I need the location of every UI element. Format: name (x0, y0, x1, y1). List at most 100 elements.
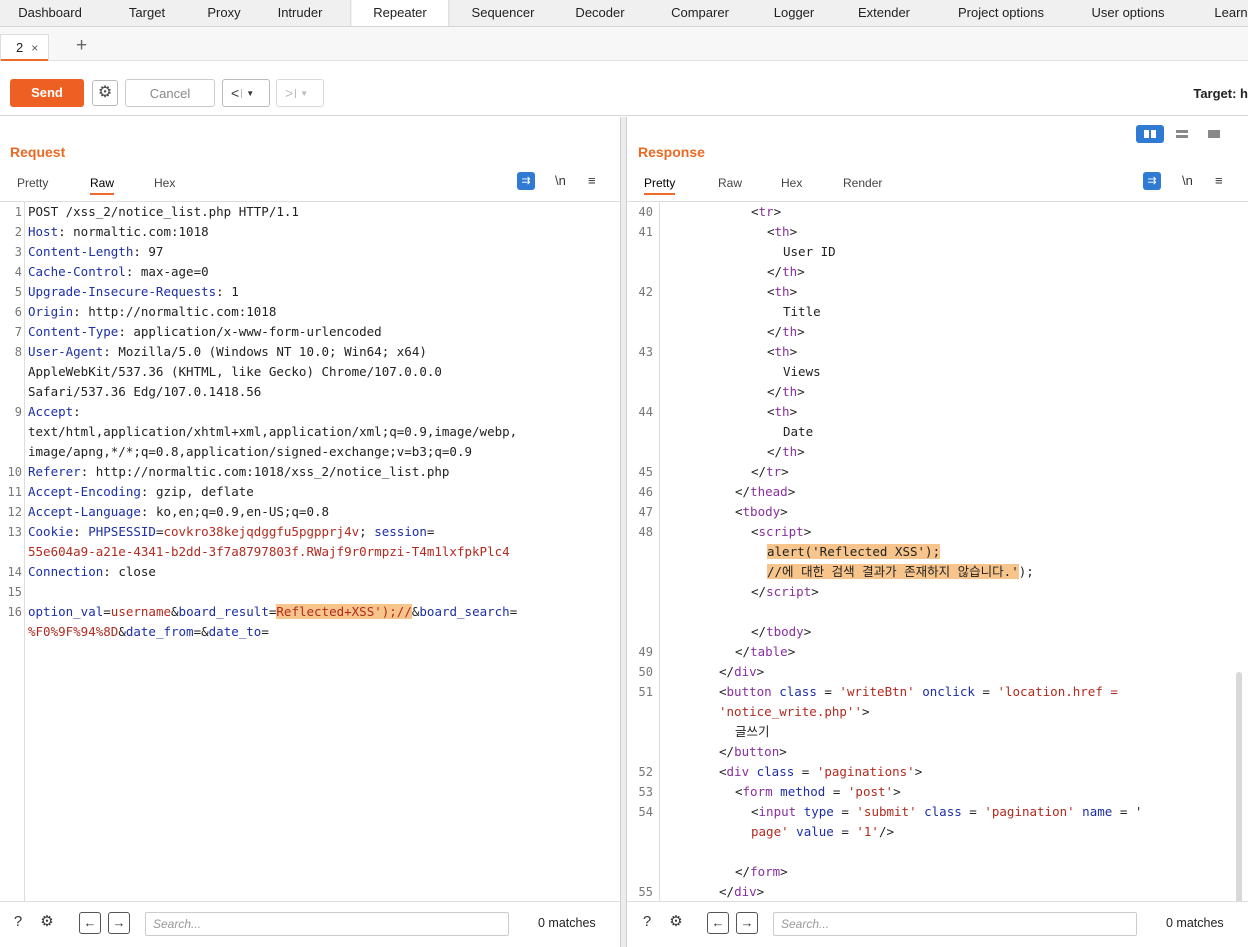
code-token: : application/x-www-form-urlencoded (118, 324, 382, 339)
side-by-side-layout-icon[interactable] (1136, 125, 1164, 143)
newline-toggle-icon[interactable]: \n (555, 172, 566, 190)
nav-tab-dashboard[interactable]: Dashboard (18, 0, 82, 26)
previous-match-icon[interactable]: ← (79, 912, 101, 934)
line-number: 52 (638, 765, 653, 779)
forward-button[interactable]: > ▼ (276, 79, 324, 107)
code-token: date_from (125, 624, 194, 639)
line-number: 12 (7, 505, 22, 519)
request-editor[interactable]: 1 POST /xss_2/notice_list.php HTTP/1.1 2 Ho… (0, 201, 620, 901)
tab-pretty[interactable]: Pretty (644, 173, 676, 195)
nav-tab-sequencer[interactable]: Sequencer (472, 0, 535, 26)
code-text: <form method = 'post'> (735, 782, 901, 802)
code-line: text/html,application/xhtml+xml,applicat… (0, 422, 620, 442)
tab-render[interactable]: Render (843, 173, 882, 195)
code-line: 13 Cookie: PHPSESSID = covkro38kejqdggfu5pg… (0, 522, 620, 542)
help-icon[interactable]: ? (636, 912, 658, 934)
tab-raw[interactable]: Raw (718, 173, 742, 195)
nav-tab-user-options[interactable]: User options (1092, 0, 1165, 26)
response-editor[interactable]: 40 <tr> 41 <th> User ID </th> 42 <th> Title </th>… (627, 201, 1248, 901)
code-line: 44 <th> (627, 402, 1248, 422)
nav-tab-comparer[interactable]: Comparer (671, 0, 729, 26)
nav-tab-intruder[interactable]: Intruder (278, 0, 323, 26)
settings-icon[interactable]: ⚙ (36, 912, 58, 934)
close-tab-icon[interactable]: × (31, 41, 38, 55)
code-token: </ (767, 324, 783, 339)
tab-hex[interactable]: Hex (781, 173, 802, 195)
code-token: date_to (208, 624, 262, 639)
code-token: </ (735, 644, 751, 659)
menu-icon[interactable]: ≡ (1215, 172, 1223, 190)
add-tab-icon[interactable]: + (76, 34, 87, 58)
code-line: 50 </div> (627, 662, 1248, 682)
nav-tab-target[interactable]: Target (129, 0, 165, 26)
repeater-tab-2[interactable]: 2 × (0, 34, 50, 61)
gear-icon[interactable]: ⚙ (92, 80, 118, 106)
code-text: <div class = 'paginations'> (719, 762, 922, 782)
target-label[interactable]: Target: h (1193, 86, 1248, 101)
code-token: = ' (1112, 804, 1143, 819)
code-token: = (103, 604, 111, 619)
code-token: = (426, 524, 435, 539)
code-token: Referer (28, 464, 81, 479)
wrap-lines-icon[interactable]: ⇉ (517, 172, 535, 190)
wrap-lines-icon[interactable]: ⇉ (1143, 172, 1161, 190)
nav-tab-proxy[interactable]: Proxy (207, 0, 240, 26)
code-token: > (756, 664, 765, 679)
next-match-icon[interactable]: → (108, 912, 130, 934)
tab-pretty[interactable]: Pretty (17, 173, 48, 195)
code-text: 55e604a9-a21e-4341-b2dd-3f7a8797803f.RWa… (28, 542, 510, 562)
tabs-layout-icon[interactable] (1200, 125, 1228, 143)
send-button[interactable]: Send (10, 79, 84, 107)
help-icon[interactable]: ? (7, 912, 29, 934)
code-token: th (774, 224, 790, 239)
next-match-icon[interactable]: → (736, 912, 758, 934)
tab-hex[interactable]: Hex (154, 173, 175, 195)
top-bottom-layout-icon[interactable] (1168, 125, 1196, 143)
code-line: 16 option_val=username&board_result=Refle… (0, 602, 620, 622)
code-token: </ (719, 884, 735, 899)
nav-tab-repeater[interactable]: Repeater (350, 0, 450, 26)
code-token: form (742, 784, 773, 799)
code-line: Title (627, 302, 1248, 322)
code-token: : normaltic.com:1018 (58, 224, 209, 239)
tab-raw[interactable]: Raw (90, 173, 115, 195)
code-text: %F0%9F%94%8D&date_from=&date_to= (28, 622, 269, 642)
line-number: 44 (638, 405, 653, 419)
code-token: > (789, 284, 798, 299)
nav-tab-learn[interactable]: Learn (1214, 0, 1247, 26)
code-token: = (261, 624, 269, 639)
code-text: Cache-Control: max-age=0 (28, 262, 209, 282)
code-text: page' value = '1'/> (751, 822, 894, 842)
code-token: < (719, 684, 727, 699)
chevron-down-icon[interactable]: ▼ (241, 89, 255, 99)
code-token: < (767, 224, 775, 239)
nav-tab-decoder[interactable]: Decoder (575, 0, 624, 26)
code-line: </th> (627, 322, 1248, 342)
code-line: 55 </div> (627, 882, 1248, 901)
newline-toggle-icon[interactable]: \n (1182, 172, 1193, 190)
menu-icon[interactable]: ≡ (588, 172, 596, 190)
nav-tab-project-options[interactable]: Project options (958, 0, 1044, 26)
nav-tab-extender[interactable]: Extender (858, 0, 910, 26)
back-button[interactable]: < ▼ (222, 79, 270, 107)
code-token: > (780, 864, 788, 879)
nav-tab-logger[interactable]: Logger (774, 0, 814, 26)
code-text: <th> (767, 342, 797, 362)
layout-toggle-group (1128, 123, 1248, 145)
response-search-input[interactable]: Search... (773, 912, 1137, 936)
top-navigation: Dashboard Target Proxy Intruder Repeater Sequ… (0, 0, 1248, 27)
previous-match-icon[interactable]: ← (707, 912, 729, 934)
code-token: board_search (419, 604, 510, 619)
chevron-down-icon[interactable]: ▼ (295, 89, 309, 99)
code-token: tbody (766, 624, 804, 639)
settings-icon[interactable]: ⚙ (665, 912, 687, 934)
code-token: > (893, 784, 901, 799)
code-token: PHPSESSID (88, 524, 156, 539)
code-text: AppleWebKit/537.36 (KHTML, like Gecko) C… (28, 362, 442, 382)
line-number: 6 (14, 305, 22, 319)
cancel-button[interactable]: Cancel (125, 79, 215, 107)
code-text: </thead> (735, 482, 795, 502)
code-token: th (782, 384, 798, 399)
code-token: < (767, 344, 775, 359)
request-search-input[interactable]: Search... (145, 912, 509, 936)
